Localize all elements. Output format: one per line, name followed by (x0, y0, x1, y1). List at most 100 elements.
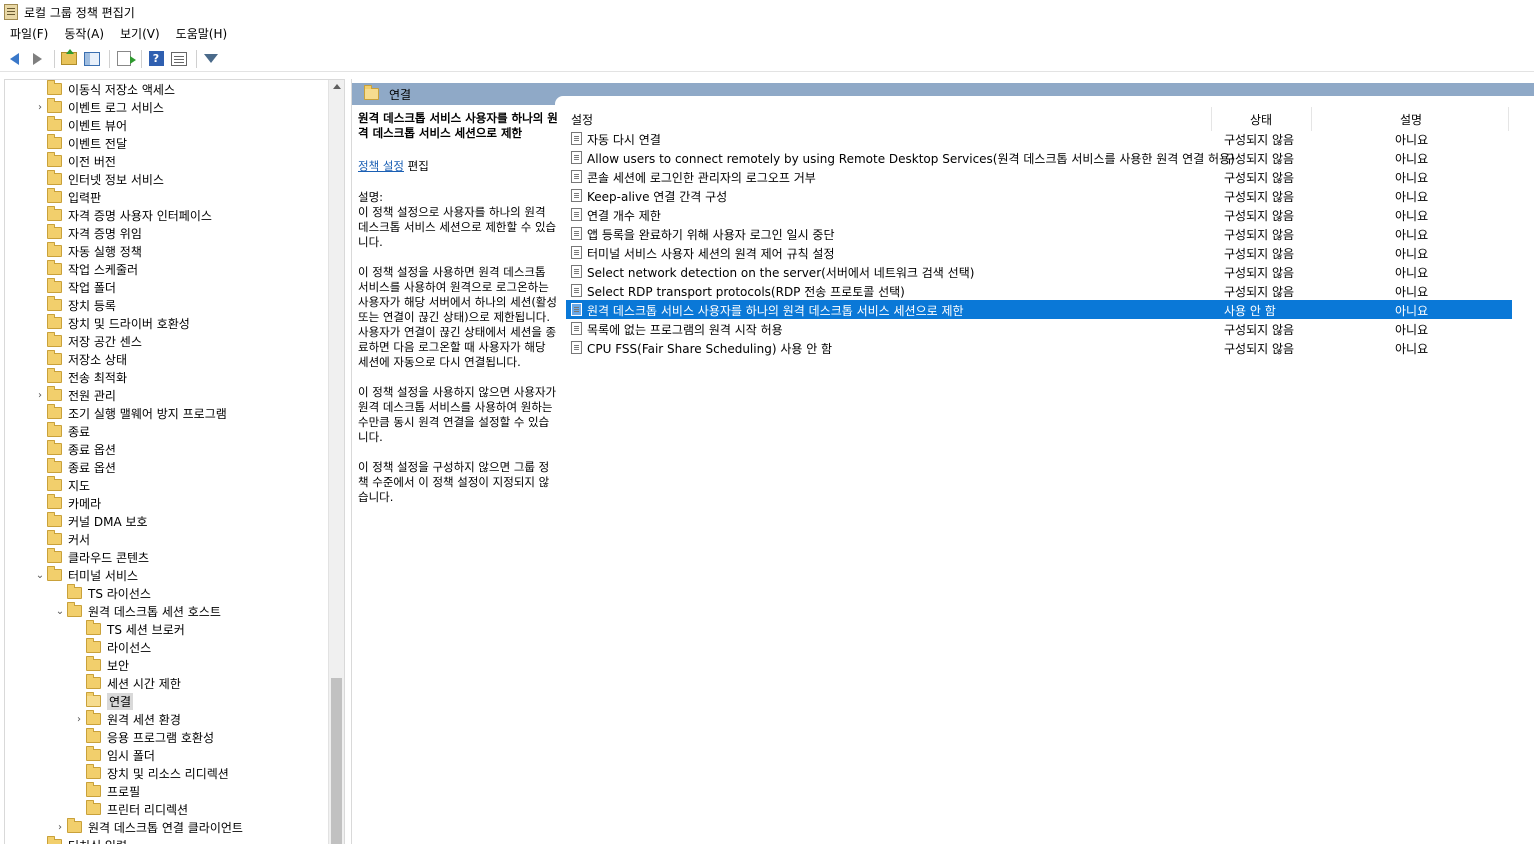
tree-item-label: 장치 및 리소스 리디렉션 (107, 766, 229, 781)
tree-item[interactable]: TS 라이선스 (53, 584, 151, 602)
tree-item[interactable]: 조기 실행 맬웨어 방지 프로그램 (33, 404, 227, 422)
menu-action[interactable]: 동작(A) (56, 24, 112, 44)
column-divider[interactable] (1311, 107, 1312, 131)
tree-item[interactable]: 장치 및 리소스 리디렉션 (72, 764, 229, 782)
expand-chevron-icon[interactable]: › (33, 386, 47, 404)
tree-item[interactable]: 이벤트 전달 (33, 134, 127, 152)
tree-item[interactable]: 임시 폴더 (72, 746, 155, 764)
filter-button[interactable] (201, 49, 221, 69)
tree-item[interactable]: 프로필 (72, 782, 140, 800)
tree-item[interactable]: 인터넷 정보 서비스 (33, 170, 164, 188)
column-divider[interactable] (1508, 107, 1509, 131)
tree-item[interactable]: 터치식 입력 (33, 836, 127, 844)
expand-chevron-icon[interactable]: › (33, 98, 47, 116)
toolbar-separator (54, 49, 55, 68)
policy-state: 구성되지 않음 (1224, 266, 1295, 280)
tree-item[interactable]: 지도 (33, 476, 90, 494)
edit-policy-row: 정책 설정 편집 (358, 159, 558, 174)
tree-item[interactable]: › 원격 세션 환경 (72, 710, 181, 728)
policy-row[interactable]: 자동 다시 연결 구성되지 않음 아니요 (566, 129, 1512, 148)
tree-item[interactable]: 장치 및 드라이버 호환성 (33, 314, 190, 332)
tree-item-label: 응용 프로그램 호환성 (107, 730, 214, 745)
policy-state: 구성되지 않음 (1224, 323, 1295, 337)
tree-item[interactable]: ⌄ 터미널 서비스 (33, 566, 138, 584)
up-one-level-button[interactable] (59, 49, 79, 69)
tree-item[interactable]: 세션 시간 제한 (72, 674, 181, 692)
tree-item[interactable]: 보안 (72, 656, 129, 674)
folder-icon (47, 224, 62, 239)
scrollbar-thumb[interactable] (331, 678, 342, 844)
tree-item[interactable]: 종료 옵션 (33, 458, 116, 476)
tree-item[interactable]: 작업 폴더 (33, 278, 116, 296)
policy-name: 원격 데스크톱 서비스 사용자를 하나의 원격 데스크톱 서비스 세션으로 제한 (587, 304, 964, 318)
tree-item[interactable]: 커서 (33, 530, 90, 548)
tree-item[interactable]: TS 세션 브로커 (72, 620, 185, 638)
column-header-comment[interactable]: 설명 (1400, 111, 1422, 128)
policy-row[interactable]: 앱 등록을 완료하기 위해 사용자 로그인 일시 중단 구성되지 않음 아니요 (566, 224, 1512, 243)
column-header-setting[interactable]: 설정 (571, 111, 593, 128)
policy-setting-link[interactable]: 정책 설정 (358, 159, 404, 173)
export-list-button[interactable] (114, 49, 136, 69)
tree-item[interactable]: › 전원 관리 (33, 386, 116, 404)
policy-row[interactable]: 원격 데스크톱 서비스 사용자를 하나의 원격 데스크톱 서비스 세션으로 제한… (566, 300, 1512, 319)
policy-row[interactable]: Allow users to connect remotely by using… (566, 148, 1512, 167)
tree-item[interactable]: 카메라 (33, 494, 101, 512)
policy-row[interactable]: 연결 개수 제한 구성되지 않음 아니요 (566, 205, 1512, 224)
policy-row[interactable]: 터미널 서비스 사용자 세션의 원격 제어 규칙 설정 구성되지 않음 아니요 (566, 243, 1512, 262)
folder-icon (86, 620, 101, 635)
tree-item[interactable]: 자격 증명 사용자 인터페이스 (33, 206, 212, 224)
scroll-up-icon[interactable] (333, 84, 341, 89)
tree-item[interactable]: 저장 공간 센스 (33, 332, 142, 350)
policy-row[interactable]: 콘솔 세션에 로그인한 관리자의 로그오프 거부 구성되지 않음 아니요 (566, 167, 1512, 186)
tree-item[interactable]: 종료 옵션 (33, 440, 116, 458)
policy-row[interactable]: Keep-alive 연결 간격 구성 구성되지 않음 아니요 (566, 186, 1512, 205)
tree-item[interactable]: 저장소 상태 (33, 350, 127, 368)
tree-item[interactable]: 클라우드 콘텐츠 (33, 548, 149, 566)
collapse-chevron-icon[interactable]: ⌄ (33, 566, 47, 584)
tree-item[interactable]: 응용 프로그램 호환성 (72, 728, 214, 746)
menu-view[interactable]: 보기(V) (112, 24, 168, 44)
tree-item[interactable]: › 이벤트 로그 서비스 (33, 98, 164, 116)
tree-item[interactable]: 커널 DMA 보호 (33, 512, 148, 530)
tree-item[interactable]: ⌄ 원격 데스크톱 세션 호스트 (53, 602, 221, 620)
tree-item[interactable]: 종료 (33, 422, 90, 440)
tree-item-label: 커서 (68, 532, 91, 547)
forward-button[interactable] (27, 49, 47, 69)
expand-chevron-icon[interactable]: › (53, 818, 67, 836)
tree-item[interactable]: 이전 버전 (33, 152, 116, 170)
tree-item[interactable]: 이벤트 뷰어 (33, 116, 127, 134)
policy-comment: 아니요 (1395, 323, 1429, 337)
menu-file[interactable]: 파일(F) (2, 24, 56, 44)
tree-item[interactable]: › 원격 데스크톱 연결 클라이언트 (53, 818, 243, 836)
policy-tree[interactable]: 이동식 저장소 액세스 › 이벤트 로그 서비스 이벤트 뷰어 이벤트 전달 이전 버전 인… (4, 79, 345, 844)
tree-scrollbar[interactable] (328, 80, 344, 844)
tree-item[interactable]: 프린터 리디렉션 (72, 800, 188, 818)
menu-help[interactable]: 도움말(H) (168, 24, 236, 44)
tree-item[interactable]: 작업 스케줄러 (33, 260, 138, 278)
back-button[interactable] (4, 49, 24, 69)
tree-item[interactable]: 자동 실행 정책 (33, 242, 142, 260)
tree-item[interactable]: 장치 등록 (33, 296, 116, 314)
collapse-chevron-icon[interactable]: ⌄ (53, 602, 67, 620)
tree-item-label: TS 세션 브로커 (107, 622, 185, 637)
policy-row[interactable]: 목록에 없는 프로그램의 원격 시작 허용 구성되지 않음 아니요 (566, 319, 1512, 338)
policy-row[interactable]: Select network detection on the server(서… (566, 262, 1512, 281)
help-button[interactable]: ? (146, 49, 166, 69)
column-divider[interactable] (1211, 107, 1212, 131)
show-hide-tree-button[interactable] (82, 49, 102, 69)
folder-icon (86, 746, 101, 761)
tree-item[interactable]: 라이선스 (72, 638, 151, 656)
policy-row[interactable]: Select RDP transport protocols(RDP 전송 프로… (566, 281, 1512, 300)
column-header-state[interactable]: 상태 (1250, 111, 1272, 128)
policy-row[interactable]: CPU FSS(Fair Share Scheduling) 사용 안 함 구성되… (566, 338, 1512, 357)
tree-item[interactable]: 자격 증명 위임 (33, 224, 142, 242)
tree-item[interactable]: 이동식 저장소 액세스 (33, 80, 175, 98)
expand-chevron-icon[interactable]: › (72, 710, 86, 728)
tree-item[interactable]: 전송 최적화 (33, 368, 127, 386)
properties-button[interactable] (169, 49, 189, 69)
tree-item[interactable]: 입력판 (33, 188, 101, 206)
tree-item[interactable]: 연결 (72, 692, 134, 710)
